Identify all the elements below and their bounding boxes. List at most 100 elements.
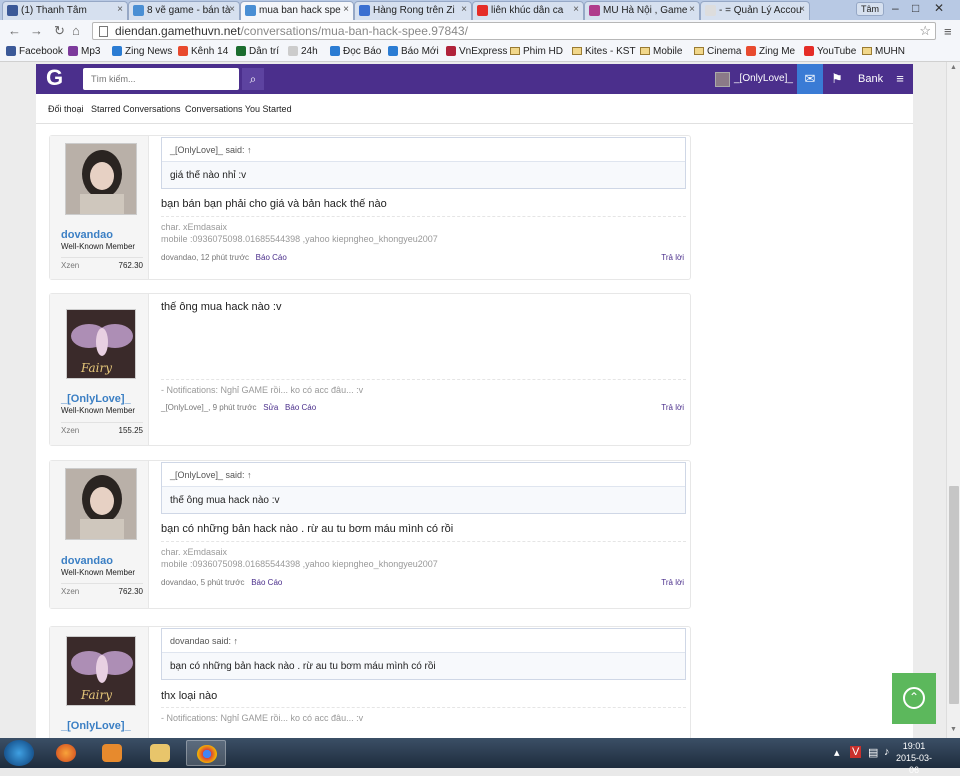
bookmark-item[interactable]: 24h — [288, 46, 318, 57]
browser-tab[interactable]: MU Hà Nội , Game × — [584, 1, 700, 20]
bookmark-item[interactable]: Facebook — [6, 46, 63, 57]
quote-text: thế ông mua hack nào :v — [162, 487, 685, 513]
close-icon[interactable]: × — [799, 4, 805, 15]
taskbar-firefox[interactable] — [46, 740, 86, 766]
bookmark-item[interactable]: Kites - KST — [572, 46, 636, 57]
avatar[interactable] — [715, 72, 730, 87]
bookmark-star-icon[interactable]: ☆ — [919, 23, 931, 39]
close-icon[interactable]: × — [689, 4, 695, 15]
back-icon[interactable]: ← — [8, 23, 21, 38]
home-icon[interactable]: ⌂ — [72, 23, 80, 38]
reply-link[interactable]: Trả lời — [661, 578, 684, 587]
message-meta: _[OnlyLove]_, 9 phút trước Sửa Báo Cáo — [161, 403, 317, 412]
close-icon[interactable]: × — [343, 4, 349, 15]
edit-link[interactable]: Sửa — [263, 403, 278, 412]
maximize-icon[interactable]: □ — [912, 1, 919, 15]
browser-tab[interactable]: - = Quản Lý Accou × — [700, 1, 810, 20]
bookmark-item[interactable]: Zing News — [112, 46, 172, 57]
site-logo[interactable]: G — [46, 65, 63, 91]
bookmark-item[interactable]: Kênh 14 — [178, 46, 228, 57]
username[interactable]: _[OnlyLove]_ — [61, 720, 131, 732]
start-button[interactable] — [4, 740, 34, 766]
gamethu-icon — [245, 5, 256, 16]
bookmark-item[interactable]: Mobile — [640, 46, 682, 57]
quote-author[interactable]: _[OnlyLove]_ said: ↑ — [162, 463, 685, 487]
bookmark-icon — [330, 46, 340, 56]
avatar[interactable]: Fairy — [66, 309, 136, 379]
url-domain: diendan.gamethuvn.net — [115, 24, 241, 38]
report-link[interactable]: Báo Cáo — [285, 403, 316, 412]
network-icon[interactable]: ▤ — [868, 746, 878, 759]
forward-icon[interactable]: → — [30, 23, 43, 38]
tab-conversations[interactable]: Đối thoại — [48, 104, 84, 114]
bookmark-item[interactable]: Dân trí — [236, 46, 279, 57]
avatar[interactable] — [65, 468, 137, 540]
girl-avatar-image — [66, 144, 136, 214]
taskbar-media-player[interactable] — [92, 740, 132, 766]
user-menu[interactable]: _[OnlyLove]_ — [734, 73, 793, 84]
bookmark-item[interactable]: MUHN — [862, 46, 905, 57]
bookmark-item[interactable]: Phim HD — [510, 46, 563, 57]
username[interactable]: dovandao — [61, 229, 113, 241]
scroll-up-icon[interactable]: ▲ — [950, 64, 957, 71]
tab-starred[interactable]: Starred Conversations — [91, 104, 181, 114]
volume-icon[interactable]: ♪ — [884, 746, 890, 758]
bookmark-item[interactable]: Cinema — [694, 46, 741, 57]
bookmark-item[interactable]: Mp3 — [68, 46, 100, 57]
bookmark-item[interactable]: Báo Mới — [388, 46, 439, 57]
search-input[interactable] — [83, 68, 239, 90]
close-icon[interactable]: × — [461, 4, 467, 15]
quote-block: _[OnlyLove]_ said: ↑ giá thế nào nhỉ :v — [161, 137, 686, 189]
close-icon[interactable]: × — [573, 4, 579, 15]
mail-icon[interactable]: ✉ — [797, 64, 823, 94]
taskbar-clock[interactable]: 19:01 2015-03-06 — [893, 740, 935, 776]
back-to-top-button[interactable]: ⌃ — [892, 673, 936, 724]
quote-block: _[OnlyLove]_ said: ↑ thế ông mua hack nà… — [161, 462, 686, 514]
scroll-down-icon[interactable]: ▼ — [950, 726, 957, 733]
bookmark-item[interactable]: VnExpress — [446, 46, 507, 57]
bookmark-item[interactable]: Zing Me — [746, 46, 795, 57]
flag-icon[interactable]: ⚑ — [824, 64, 850, 94]
browser-menu-icon[interactable]: ≡ — [944, 24, 952, 39]
close-icon[interactable]: × — [117, 4, 123, 15]
close-window-icon[interactable]: ✕ — [934, 1, 944, 15]
bookmark-icon — [236, 46, 246, 56]
browser-tab[interactable]: liên khúc dân ca × — [472, 1, 584, 20]
bookmark-icon — [746, 46, 756, 56]
browser-tab-active[interactable]: mua ban hack spe × — [240, 1, 354, 20]
minimize-icon[interactable]: – — [892, 1, 899, 15]
reply-link[interactable]: Trả lời — [661, 403, 684, 412]
report-link[interactable]: Báo Cáo — [256, 253, 287, 262]
reload-icon[interactable]: ↻ — [54, 23, 65, 39]
taskbar-chrome[interactable] — [186, 740, 226, 766]
page-scrollbar[interactable]: ▲ ▼ — [946, 62, 960, 738]
username[interactable]: _[OnlyLove]_ — [61, 393, 131, 405]
scrollbar-thumb[interactable] — [949, 486, 959, 704]
browser-tab[interactable]: Hàng Rong trên Zi × — [354, 1, 472, 20]
folder-icon — [862, 47, 872, 55]
message: dovandao Well-Known Member Xzen 762.30 _[… — [49, 135, 691, 280]
tab-you-started[interactable]: Conversations You Started — [185, 104, 292, 114]
profile-button[interactable]: Tâm — [856, 2, 884, 16]
browser-tabstrip: (1) Thanh Tâm × 8 vẽ game - bán tà × mua b… — [0, 0, 960, 20]
search-icon[interactable]: ⌕ — [242, 68, 264, 90]
tray-arrow-icon[interactable]: ▴ — [834, 746, 840, 759]
hamburger-icon[interactable]: ≡ — [887, 64, 913, 94]
avatar[interactable] — [65, 143, 137, 215]
avatar[interactable]: Fairy — [66, 636, 136, 706]
antivirus-icon[interactable]: V — [850, 746, 862, 758]
quote-author[interactable]: _[OnlyLove]_ said: ↑ — [162, 138, 685, 162]
reply-link[interactable]: Trả lời — [661, 253, 684, 262]
close-icon[interactable]: × — [229, 4, 235, 15]
username[interactable]: dovandao — [61, 555, 113, 567]
bank-link[interactable]: Bank — [858, 73, 883, 85]
report-link[interactable]: Báo Cáo — [251, 578, 282, 587]
address-bar[interactable]: diendan.gamethuvn.net/conversations/mua-… — [92, 22, 936, 40]
taskbar-explorer[interactable] — [140, 740, 180, 766]
bookmark-item[interactable]: Đọc Báo — [330, 46, 381, 57]
fairy-avatar-image: Fairy — [67, 310, 135, 378]
bookmark-item[interactable]: YouTube — [804, 46, 856, 57]
browser-tab[interactable]: (1) Thanh Tâm × — [2, 1, 128, 20]
browser-tab[interactable]: 8 vẽ game - bán tà × — [128, 1, 240, 20]
quote-author[interactable]: dovandao said: ↑ — [162, 629, 685, 653]
